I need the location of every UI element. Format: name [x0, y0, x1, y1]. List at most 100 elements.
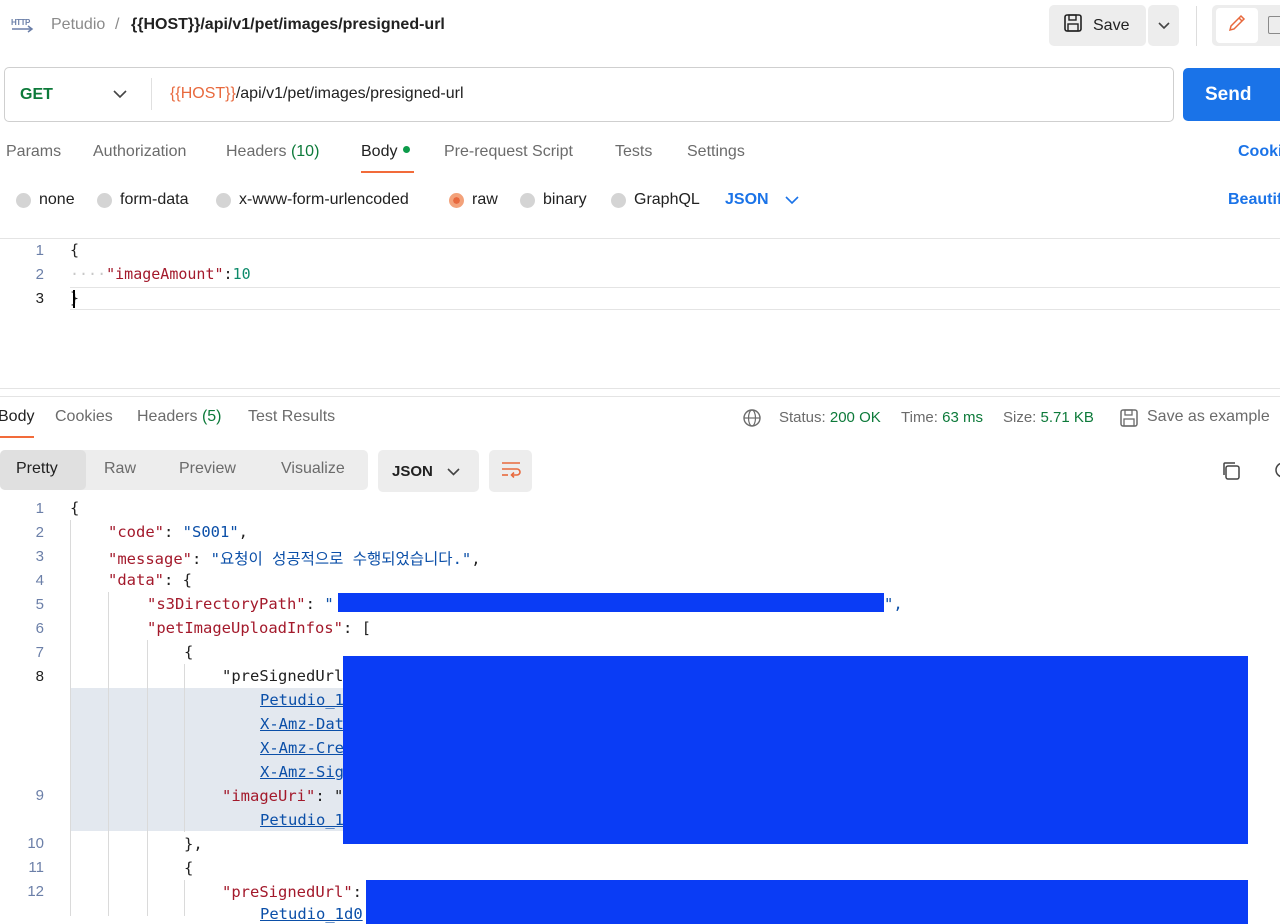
current-line-highlight-top — [70, 287, 1280, 288]
editor-top-border — [0, 238, 1280, 239]
radio-urlencoded-label[interactable]: x-www-form-urlencoded — [239, 191, 409, 209]
json-punctuation: : { — [164, 571, 192, 589]
time-label: Time: — [901, 409, 938, 426]
body-format-select[interactable]: JSON — [725, 191, 769, 209]
response-line-2: "code": "S001", — [108, 523, 249, 541]
request-body-line-1[interactable]: { — [70, 241, 79, 259]
size-readout: Size: 5.71 KB — [1003, 409, 1094, 426]
response-line-11: { — [184, 859, 194, 877]
json-key: "imageAmount" — [106, 265, 224, 283]
view-preview[interactable]: Preview — [179, 460, 236, 478]
tab-params[interactable]: Params — [6, 143, 61, 161]
chevron-down-icon[interactable] — [785, 192, 799, 210]
line-number: 12 — [27, 883, 44, 900]
save-example-icon[interactable] — [1119, 408, 1139, 433]
status-readout: Status: 200 OK — [779, 409, 881, 426]
breadcrumb-request-name[interactable]: {{HOST}}/api/v1/pet/images/presigned-url — [131, 16, 445, 34]
pane-divider[interactable] — [0, 388, 1280, 389]
indent-guide — [147, 640, 148, 916]
radio-raw[interactable] — [449, 193, 464, 208]
line-number: 10 — [27, 835, 44, 852]
tab-tests[interactable]: Tests — [615, 143, 652, 161]
http-icon-text: HTTP — [11, 18, 31, 27]
radio-none[interactable] — [16, 193, 31, 208]
json-key: "message" — [108, 550, 192, 568]
response-tab-headers[interactable]: Headers (5) — [137, 408, 222, 426]
tab-pre-request-script[interactable]: Pre-request Script — [444, 143, 573, 161]
response-line-6: "petImageUploadInfos": [ — [147, 619, 371, 637]
chevron-down-icon — [1157, 17, 1170, 35]
cookies-link[interactable]: Cookies — [1238, 143, 1280, 161]
indent-guide — [184, 880, 185, 916]
current-line-highlight-bottom — [70, 309, 1280, 310]
save-options-dropdown[interactable] — [1148, 5, 1179, 46]
line-number: 2 — [35, 266, 44, 283]
request-body-line-2[interactable]: ····"imageAmount":10 — [70, 265, 251, 283]
radio-binary-label[interactable]: binary — [543, 191, 587, 209]
copy-icon[interactable] — [1220, 460, 1242, 487]
method-select[interactable]: GET — [20, 86, 53, 104]
json-colon: : — [223, 265, 233, 283]
breadcrumb-collection[interactable]: Petudio — [51, 16, 105, 34]
line-number: 6 — [35, 620, 44, 637]
redacted-region — [343, 656, 1248, 844]
edit-mode-button[interactable] — [1216, 8, 1258, 43]
response-active-tab-indicator — [0, 436, 34, 438]
json-key: "s3DirectoryPath" — [147, 595, 306, 613]
documentation-icon[interactable] — [1268, 16, 1280, 34]
tab-headers[interactable]: Headers (10) — [226, 143, 319, 161]
selected-lines-highlight — [70, 688, 344, 831]
tab-body[interactable]: Body — [361, 143, 411, 161]
line-number: 8 — [35, 668, 44, 685]
view-visualize[interactable]: Visualize — [281, 460, 345, 478]
status-label: Status: — [779, 409, 826, 426]
response-line-9: "imageUri": " — [222, 787, 343, 805]
response-tab-body[interactable]: Body — [0, 408, 34, 426]
radio-graphql-label[interactable]: GraphQL — [634, 191, 700, 209]
response-tab-test-results[interactable]: Test Results — [248, 408, 335, 426]
line-number: 3 — [35, 548, 44, 565]
wrapped-url-segment[interactable]: X-Amz-Cre — [260, 739, 344, 757]
json-string-close: ", — [884, 595, 903, 613]
url-input[interactable]: {{HOST}}/api/v1/pet/images/presigned-url — [170, 85, 464, 103]
line-number: 4 — [35, 572, 44, 589]
redacted-region — [338, 593, 884, 612]
response-line-7: { — [184, 643, 194, 661]
response-line-5: "s3DirectoryPath": " — [147, 595, 334, 613]
view-pretty[interactable]: Pretty — [16, 460, 58, 478]
radio-raw-label[interactable]: raw — [472, 191, 498, 209]
request-body-line-3[interactable]: } — [70, 289, 79, 308]
indent-guide — [108, 592, 109, 916]
radio-urlencoded[interactable] — [216, 193, 231, 208]
view-raw[interactable]: Raw — [104, 460, 136, 478]
wrap-lines-button[interactable] — [489, 450, 532, 492]
tab-authorization[interactable]: Authorization — [93, 143, 186, 161]
radio-graphql[interactable] — [611, 193, 626, 208]
response-format-select[interactable]: JSON — [378, 450, 479, 492]
radio-form-data[interactable] — [97, 193, 112, 208]
wrapped-url-segment[interactable]: Petudio_1 — [260, 811, 344, 829]
response-headers-count: (5) — [201, 408, 222, 425]
size-label: Size: — [1003, 409, 1037, 426]
wrapped-url-segment[interactable]: Petudio_1d0 — [260, 905, 363, 923]
chevron-down-icon[interactable] — [113, 86, 127, 104]
response-line-1: { — [70, 499, 80, 517]
tab-settings[interactable]: Settings — [687, 143, 745, 161]
wrapped-url-segment[interactable]: Petudio_1 — [260, 691, 344, 709]
wrapped-url-segment[interactable]: X-Amz-Dat — [260, 715, 344, 733]
globe-icon[interactable] — [742, 408, 762, 433]
json-key: "code" — [108, 523, 164, 541]
beautify-link[interactable]: Beautify — [1228, 191, 1280, 209]
wrapped-url-segment[interactable]: X-Amz-Sig — [260, 763, 344, 781]
search-icon[interactable] — [1272, 460, 1280, 487]
send-button[interactable]: Send — [1183, 68, 1280, 121]
response-tab-cookies[interactable]: Cookies — [55, 408, 113, 426]
url-path: /api/v1/pet/images/presigned-url — [235, 85, 464, 102]
radio-none-label[interactable]: none — [39, 191, 75, 209]
response-line-8: "preSignedUrl — [222, 667, 344, 685]
radio-form-data-label[interactable]: form-data — [120, 191, 188, 209]
radio-binary[interactable] — [520, 193, 535, 208]
save-as-example-button[interactable]: Save as example — [1147, 408, 1270, 426]
save-button[interactable]: Save — [1049, 5, 1146, 46]
json-string: "요청이 성공적으로 수행되었습니다." — [210, 550, 472, 568]
